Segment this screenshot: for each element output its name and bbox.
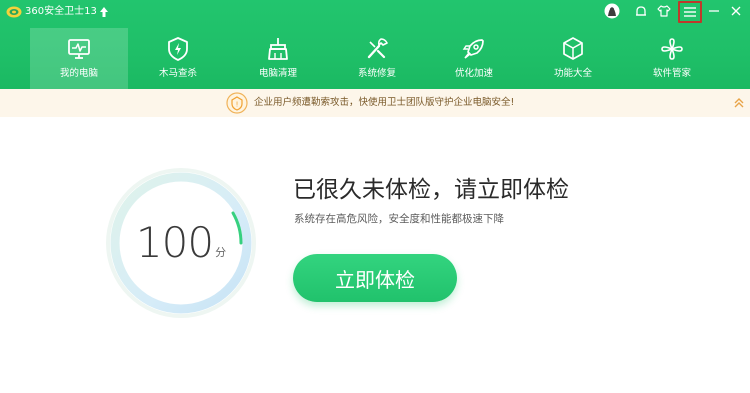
app-window: 360安全卫士13 我的电脑 木马查杀 电脑清理 系统修复 优化加速 功能大全 … (0, 0, 750, 393)
main-nav: 我的电脑 木马查杀 电脑清理 系统修复 优化加速 功能大全 软件管家 (0, 28, 750, 89)
score-display: 100 分 (103, 165, 259, 321)
broom-icon (268, 38, 288, 60)
header: 360安全卫士13 我的电脑 木马查杀 电脑清理 系统修复 优化加速 功能大全 … (0, 0, 750, 89)
upgrade-arrow-icon[interactable] (99, 7, 108, 17)
tab-label: 我的电脑 (59, 68, 98, 79)
cube-icon (563, 37, 583, 60)
skin-shirt-icon[interactable] (655, 2, 673, 20)
collapse-chevron-icon[interactable] (733, 97, 745, 109)
notice-text[interactable]: 企业用户频遭勒索攻击，快使用卫士团队版守护企业电脑安全! (254, 96, 514, 110)
tab-label: 功能大全 (553, 68, 592, 79)
user-avatar-icon[interactable] (603, 2, 621, 20)
hamburger-icon (684, 7, 696, 17)
tab-computer-cleanup[interactable]: 电脑清理 (240, 28, 316, 89)
tab-label: 软件管家 (652, 68, 691, 79)
wrench-icon (367, 38, 388, 59)
status-headline: 已很久未体检，请立即体检 (293, 177, 569, 203)
tab-label: 木马查杀 (158, 68, 197, 79)
flower-icon (661, 38, 683, 60)
tab-system-repair[interactable]: 系统修复 (339, 28, 415, 89)
tab-optimize-speedup[interactable]: 优化加速 (436, 28, 512, 89)
score-value: 100 (135, 218, 214, 267)
tab-label: 电脑清理 (258, 68, 297, 79)
tab-feature-center[interactable]: 功能大全 (535, 28, 611, 89)
notification-bell-icon[interactable] (632, 2, 650, 20)
brand: 360安全卫士13 (6, 4, 108, 20)
status-description: 系统存在高危风险，安全度和性能都极速下降 (294, 213, 504, 225)
tab-software-manager[interactable]: 软件管家 (634, 28, 710, 89)
tab-label: 系统修复 (357, 68, 396, 79)
logo-icon (6, 6, 22, 18)
monitor-icon (68, 39, 90, 59)
tab-label: 优化加速 (454, 68, 493, 79)
score-unit: 分 (215, 246, 227, 259)
minimize-button[interactable] (705, 2, 723, 20)
close-button[interactable] (727, 2, 745, 20)
app-title: 360安全卫士13 (25, 6, 97, 17)
minimize-icon (709, 10, 719, 12)
main-panel: 100 分 已很久未体检，请立即体检 系统存在高危风险，安全度和性能都极速下降 … (0, 117, 750, 393)
main-menu-button[interactable] (678, 1, 702, 23)
start-checkup-button[interactable]: 立即体检 (293, 254, 457, 302)
rocket-icon (462, 39, 484, 59)
title-bar: 360安全卫士13 (0, 0, 750, 24)
shield-icon (168, 37, 188, 61)
tab-trojan-scan[interactable]: 木马查杀 (140, 28, 216, 89)
security-alert-icon: ! (226, 92, 248, 114)
tab-my-computer[interactable]: 我的电脑 (30, 28, 128, 89)
close-icon (731, 6, 741, 16)
notice-bar: ! 企业用户频遭勒索攻击，快使用卫士团队版守护企业电脑安全! (0, 89, 750, 117)
svg-text:!: ! (236, 101, 239, 109)
